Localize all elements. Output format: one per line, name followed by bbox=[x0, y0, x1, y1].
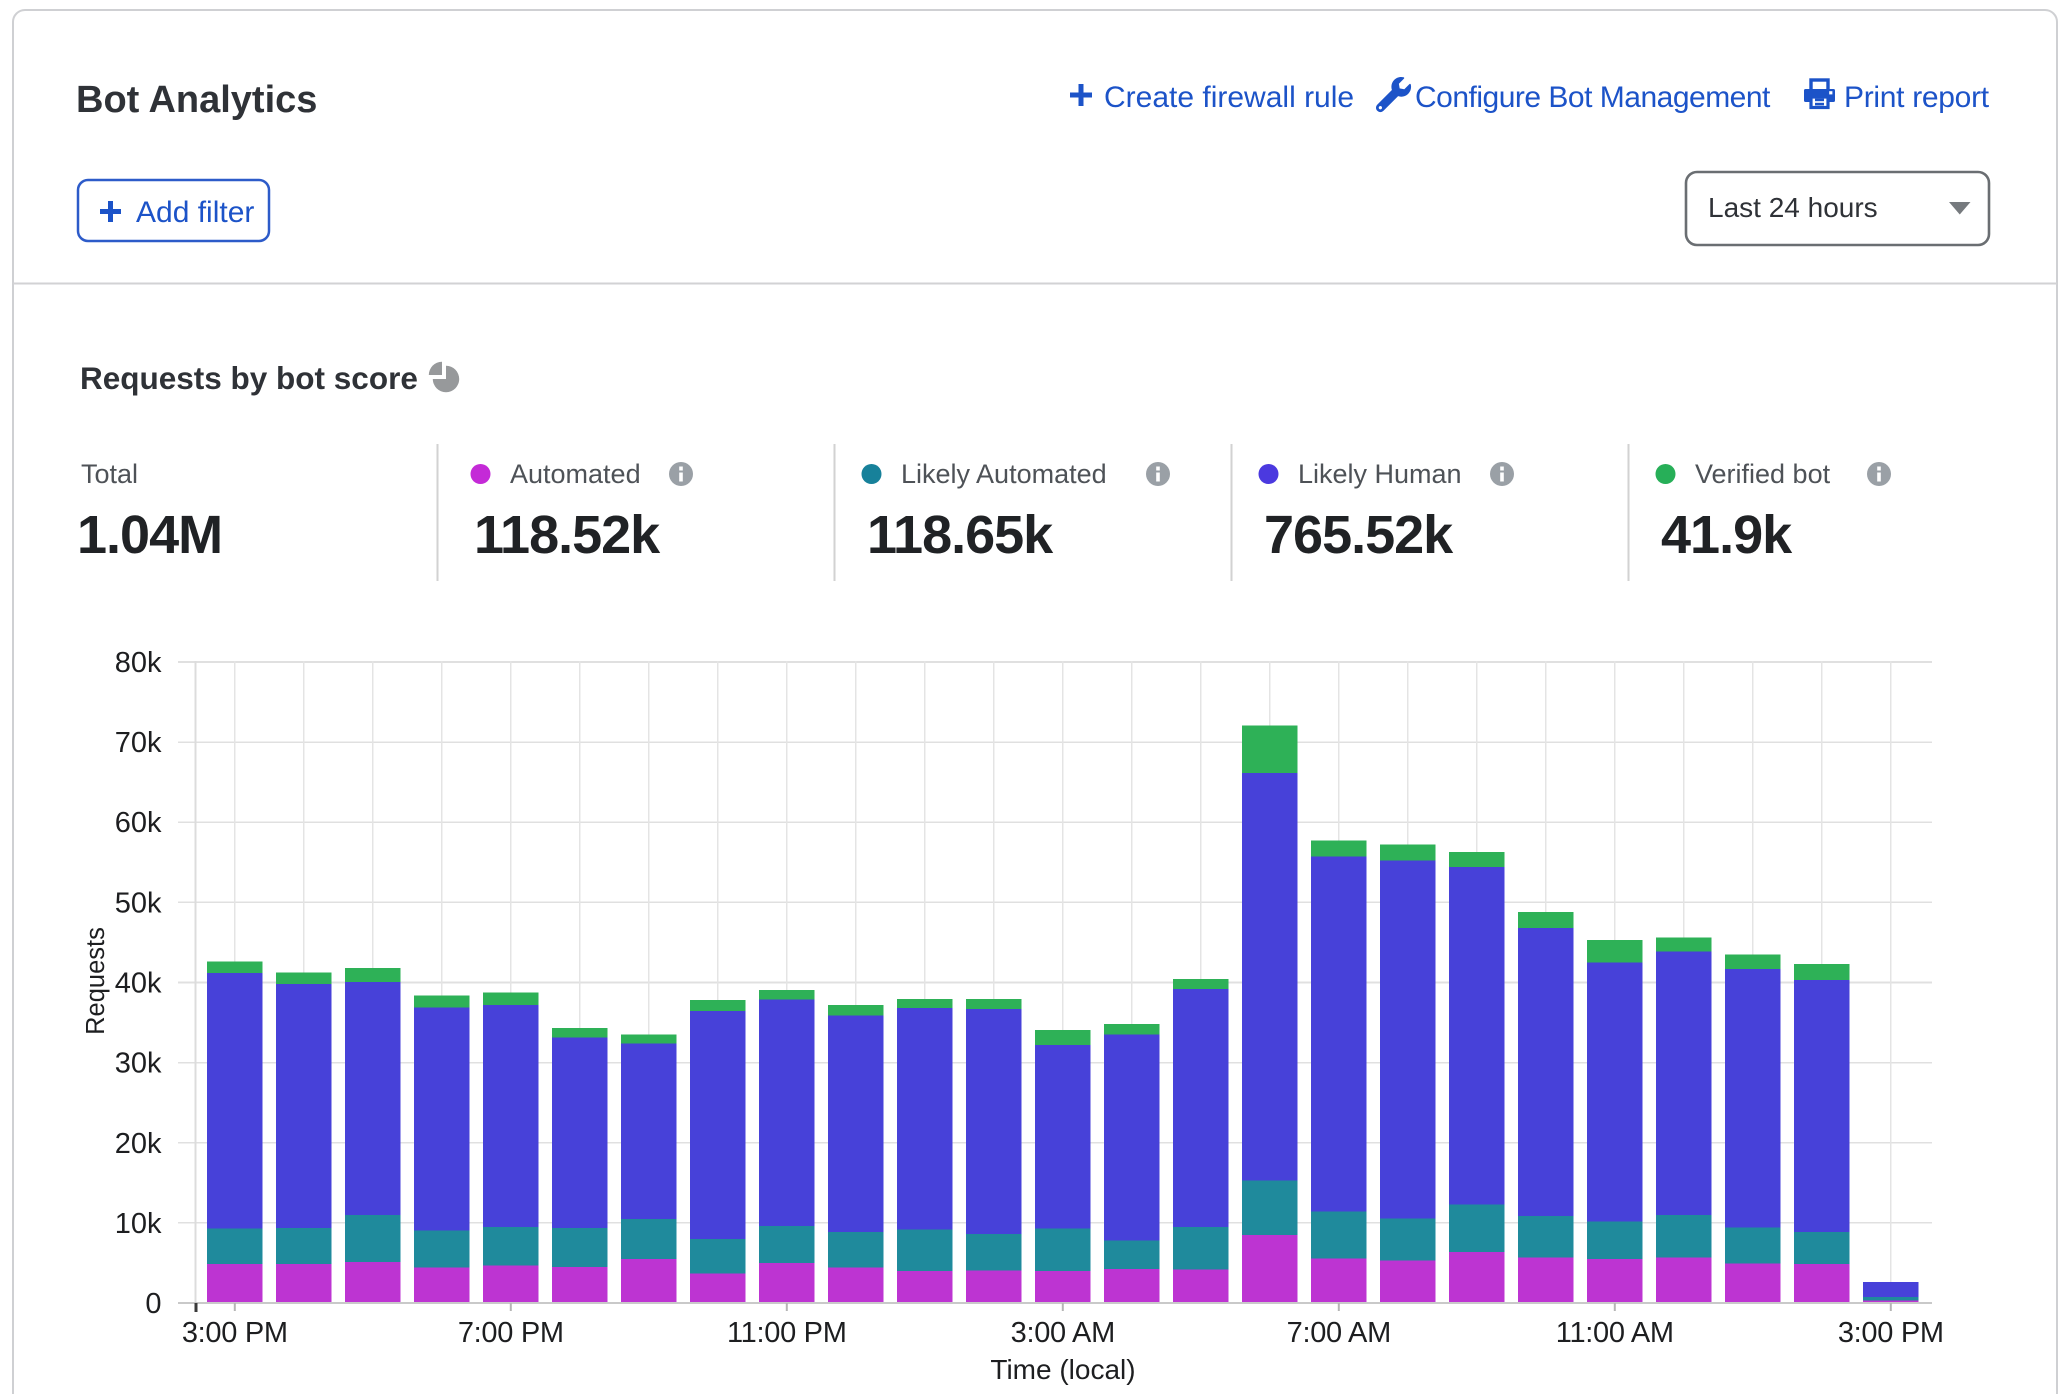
svg-text:20k: 20k bbox=[115, 1128, 162, 1160]
svg-text:Print report: Print report bbox=[1844, 81, 1990, 114]
svg-text:Create firewall rule: Create firewall rule bbox=[1104, 81, 1354, 114]
svg-text:60k: 60k bbox=[115, 807, 162, 839]
svg-text:7:00 PM: 7:00 PM bbox=[458, 1317, 564, 1349]
svg-text:30k: 30k bbox=[115, 1048, 162, 1080]
svg-text:Total: Total bbox=[81, 459, 138, 489]
svg-text:Requests by bot score: Requests by bot score bbox=[80, 360, 418, 396]
svg-text:11:00 PM: 11:00 PM bbox=[727, 1317, 847, 1349]
svg-text:118.65k: 118.65k bbox=[867, 505, 1054, 565]
svg-text:118.52k: 118.52k bbox=[474, 505, 661, 565]
svg-text:Configure Bot Management: Configure Bot Management bbox=[1415, 81, 1771, 114]
svg-text:3:00 PM: 3:00 PM bbox=[182, 1317, 288, 1349]
svg-text:41.9k: 41.9k bbox=[1661, 505, 1793, 565]
svg-text:3:00 PM: 3:00 PM bbox=[1838, 1317, 1944, 1349]
svg-text:1.04M: 1.04M bbox=[77, 505, 222, 565]
svg-text:3:00 AM: 3:00 AM bbox=[1011, 1317, 1115, 1349]
svg-text:80k: 80k bbox=[115, 647, 162, 679]
svg-text:Add filter: Add filter bbox=[136, 196, 254, 229]
svg-text:10k: 10k bbox=[115, 1208, 162, 1240]
svg-text:11:00 AM: 11:00 AM bbox=[1556, 1317, 1674, 1349]
svg-text:7:00 AM: 7:00 AM bbox=[1287, 1317, 1391, 1349]
svg-text:Likely Automated: Likely Automated bbox=[901, 459, 1107, 489]
svg-text:Bot Analytics: Bot Analytics bbox=[76, 79, 317, 121]
svg-text:0: 0 bbox=[145, 1288, 161, 1320]
svg-text:40k: 40k bbox=[115, 968, 162, 1000]
svg-text:70k: 70k bbox=[115, 727, 162, 759]
svg-text:50k: 50k bbox=[115, 887, 162, 919]
svg-text:Time (local): Time (local) bbox=[990, 1354, 1135, 1385]
svg-text:Automated: Automated bbox=[510, 459, 641, 489]
svg-text:765.52k: 765.52k bbox=[1264, 505, 1454, 565]
svg-text:Likely Human: Likely Human bbox=[1298, 459, 1462, 489]
svg-text:Requests: Requests bbox=[82, 927, 110, 1035]
svg-text:Last 24 hours: Last 24 hours bbox=[1708, 192, 1878, 223]
svg-text:Verified bot: Verified bot bbox=[1695, 459, 1831, 489]
